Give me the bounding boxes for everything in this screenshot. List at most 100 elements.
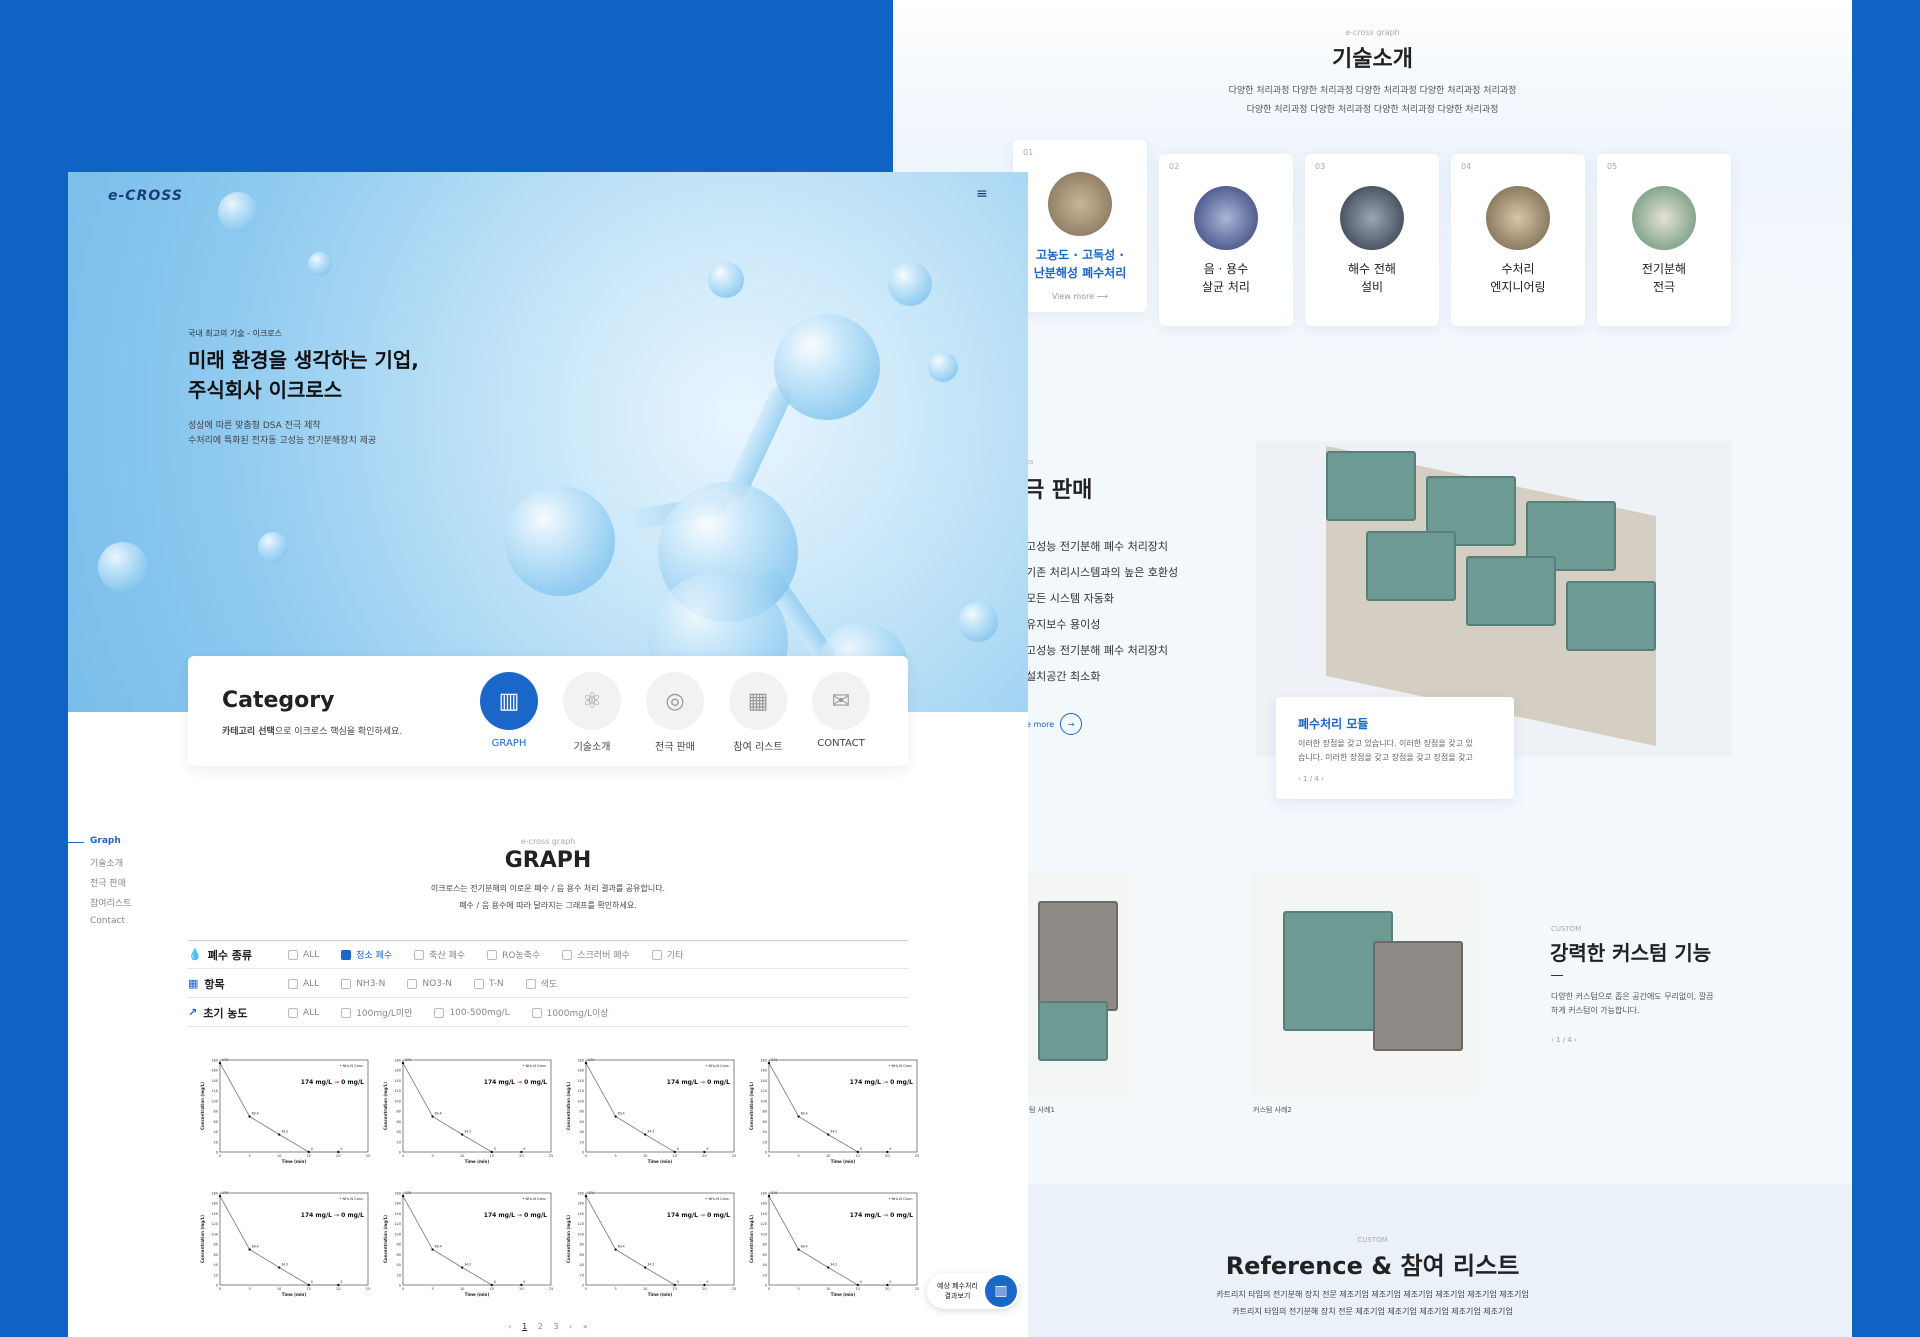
- estimate-floating-button[interactable]: 예상 폐수처리 결과보기 ▥: [927, 1273, 1019, 1309]
- tech-card-2[interactable]: 02 음 · 용수 살균 처리: [1159, 154, 1293, 326]
- y-tick-label: 20: [214, 1140, 218, 1144]
- data-label: 34.2: [647, 1263, 654, 1267]
- page-1[interactable]: 1: [522, 1322, 527, 1331]
- checkbox[interactable]: [434, 1007, 445, 1018]
- filter-option[interactable]: 스크러버 폐수: [562, 948, 630, 961]
- page-next[interactable]: ›: [569, 1322, 572, 1331]
- checkbox[interactable]: [414, 949, 425, 960]
- tech-card-4[interactable]: 04 수처리 엔지니어링: [1451, 154, 1585, 326]
- x-tick-label: 0: [768, 1154, 770, 1158]
- checkbox[interactable]: [341, 978, 352, 989]
- filter-option[interactable]: RO농축수: [487, 948, 540, 961]
- x-tick-label: 25: [915, 1287, 919, 1291]
- concentration-chart[interactable]: 0 20 40 60 80 100 120 140 160 180 0 5 10 15 20 25 Time (…: [381, 1052, 561, 1180]
- concentration-chart[interactable]: 0 20 40 60 80 100 120 140 160 180 0 5 10 15 20 25 Time (…: [198, 1185, 378, 1313]
- page-3[interactable]: 3: [553, 1322, 558, 1331]
- y-tick-label: 80: [763, 1243, 767, 1247]
- logo[interactable]: e-CROSS: [108, 188, 183, 204]
- checkbox[interactable]: [531, 1007, 542, 1018]
- data-point: [584, 1061, 588, 1065]
- data-point: [307, 1150, 310, 1154]
- checkbox[interactable]: [288, 978, 298, 989]
- concentration-chart[interactable]: 0 20 40 60 80 100 120 140 160 180 0 5 10 15 20 25 Time (…: [747, 1052, 927, 1180]
- checkbox[interactable]: [288, 949, 298, 960]
- estimate-label-line: 예상 폐수처리: [937, 1282, 978, 1290]
- category-graph[interactable]: ▥ GRAPH: [478, 672, 540, 749]
- checkbox[interactable]: [473, 978, 484, 989]
- result-note: 174 mg/L → 0 mg/L: [850, 1212, 913, 1219]
- custom-title: 강력한 커스텀 기능: [1550, 941, 1712, 965]
- side-nav-contact[interactable]: Contact: [90, 916, 131, 936]
- filter-option[interactable]: 1000mg/L이상: [531, 1006, 609, 1019]
- concentration-chart[interactable]: 0 20 40 60 80 100 120 140 160 180 0 5 10 15 20 25 Time (…: [564, 1185, 744, 1313]
- option-label: ALL: [303, 978, 320, 989]
- filter-option[interactable]: ALL: [288, 949, 319, 960]
- y-tick-label: 140: [211, 1212, 218, 1216]
- filter-option[interactable]: 청소 폐수: [341, 948, 392, 961]
- concentration-chart[interactable]: 0 20 40 60 80 100 120 140 160 180 0 5 10 15 20 25 Time (…: [564, 1052, 744, 1180]
- filter-option[interactable]: 100mg/L미만: [341, 1006, 412, 1019]
- x-tick-label: 25: [366, 1287, 370, 1291]
- checkbox[interactable]: [407, 978, 418, 989]
- filter-option[interactable]: NO3-N: [407, 978, 452, 989]
- electrode-more-link[interactable]: e more →: [1026, 713, 1083, 735]
- filter-option[interactable]: ALL: [288, 1007, 319, 1018]
- data-point: [248, 1248, 251, 1251]
- category-contact[interactable]: ✉ CONTACT: [810, 672, 872, 749]
- page-prev[interactable]: ‹: [508, 1322, 511, 1331]
- checkbox[interactable]: [562, 949, 573, 960]
- drop-icon: 💧: [188, 948, 202, 961]
- reference-header: CUSTOM Reference & 참여 리스트 카트리지 타입의 전기분해 …: [893, 1236, 1852, 1317]
- x-tick-label: 25: [732, 1154, 736, 1158]
- y-tick-label: 20: [397, 1140, 401, 1144]
- result-note: 174 mg/L → 0 mg/L: [667, 1212, 730, 1219]
- data-label: 34.2: [281, 1130, 288, 1134]
- x-axis-label: Time (min): [282, 1292, 307, 1297]
- checkbox[interactable]: [525, 978, 536, 989]
- category-reference[interactable]: ▦ 참여 리스트: [727, 672, 789, 753]
- data-point: [703, 1283, 706, 1287]
- concentration-chart[interactable]: 0 20 40 60 80 100 120 140 160 180 0 5 10 15 20 25 Time (…: [198, 1052, 378, 1180]
- series-line: [402, 1195, 522, 1286]
- feature-item: 설치공간 최소화: [1026, 670, 1101, 683]
- filter-option[interactable]: NH3-N: [341, 978, 385, 989]
- filter-option[interactable]: T-N: [473, 978, 504, 989]
- data-label: 0: [889, 1280, 891, 1284]
- y-tick-label: 0: [216, 1284, 218, 1288]
- bubble: [98, 542, 148, 592]
- concentration-chart[interactable]: 0 20 40 60 80 100 120 140 160 180 0 5 10 15 20 25 Time (…: [747, 1185, 927, 1313]
- filter-option[interactable]: 100-500mg/L: [434, 1007, 510, 1018]
- tech-card-5[interactable]: 05 전기분해 전극: [1597, 154, 1731, 326]
- concentration-chart[interactable]: 0 20 40 60 80 100 120 140 160 180 0 5 10 15 20 25 Time (…: [381, 1185, 561, 1313]
- data-label: 34.2: [281, 1263, 288, 1267]
- checkbox-checked[interactable]: [341, 949, 352, 960]
- x-axis-label: Time (min): [831, 1159, 856, 1164]
- chart-svg: 0204060801001201401601800 5 10 15 20 25Time (…: [200, 1058, 370, 1164]
- filter-option[interactable]: 기타: [651, 948, 683, 961]
- checkbox[interactable]: [487, 949, 498, 960]
- checkbox[interactable]: [651, 949, 662, 960]
- pagination[interactable]: ‹ 1 2 3 › »: [68, 1322, 1028, 1331]
- data-point: [520, 1150, 523, 1154]
- filter-option[interactable]: ALL: [288, 978, 320, 989]
- tech-card-1[interactable]: 01 고농도 · 고독성 · 난분해성 폐수처리 View more ⟶: [1013, 140, 1147, 312]
- filter-option[interactable]: 축산 폐수: [414, 948, 465, 961]
- view-more-link[interactable]: View more ⟶: [1013, 292, 1147, 301]
- module-pager[interactable]: ‹ 1 / 4 ›: [1298, 775, 1324, 783]
- custom-pager[interactable]: ‹ 1 / 4 ›: [1551, 1036, 1577, 1044]
- option-label: 색도: [540, 980, 558, 990]
- y-axis-label: Concentration (mg/L): [383, 1082, 388, 1130]
- checkbox[interactable]: [288, 1007, 298, 1018]
- filter-option[interactable]: 색도: [525, 977, 558, 990]
- tech-card-3[interactable]: 03 해수 전해 설비: [1305, 154, 1439, 326]
- checkbox[interactable]: [341, 1007, 352, 1018]
- category-electrode[interactable]: ◎ 전극 판매: [644, 672, 706, 753]
- data-label: 34.2: [464, 1263, 471, 1267]
- page-last[interactable]: »: [583, 1322, 588, 1331]
- data-point: [614, 1115, 617, 1118]
- y-tick-label: 180: [394, 1192, 401, 1196]
- y-tick-label: 60: [397, 1120, 401, 1124]
- category-tech[interactable]: ⚛ 기술소개: [561, 672, 623, 753]
- page-2[interactable]: 2: [538, 1322, 543, 1331]
- hamburger-icon[interactable]: ≡: [976, 186, 988, 202]
